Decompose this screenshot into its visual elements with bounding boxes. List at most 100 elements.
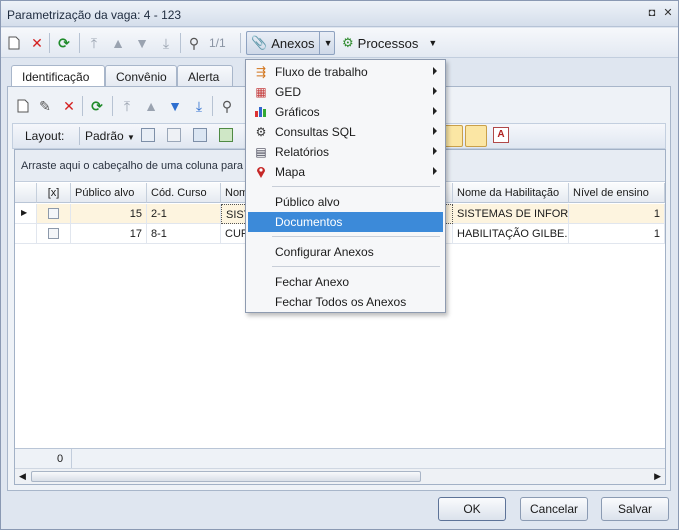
scroll-left-icon[interactable]: ◀ (19, 471, 26, 482)
menu-separator (272, 236, 440, 237)
save-button[interactable]: Salvar (601, 497, 669, 521)
first-record-icon[interactable]: ⤒ (118, 97, 136, 115)
edit-icon[interactable]: ✎ (36, 97, 54, 115)
tab-alerta[interactable]: Alerta (177, 65, 233, 87)
ged-icon: ▦ (255, 85, 267, 99)
delete-icon[interactable]: ✕ (28, 34, 46, 52)
workflow-icon: ⇶ (255, 65, 267, 79)
menu-item-documentos[interactable]: Documentos (248, 212, 443, 232)
grid-layout-icon[interactable] (141, 128, 155, 142)
new-document-icon[interactable] (5, 34, 23, 52)
menu-item-fechar-anexo[interactable]: Fechar Anexo (248, 272, 443, 292)
report-icon: ▤ (255, 145, 267, 159)
footer-divider (71, 449, 72, 469)
tab-convenio[interactable]: Convênio (105, 65, 177, 87)
menu-separator (272, 266, 440, 267)
tab-label: Convênio (116, 70, 167, 84)
horizontal-scrollbar[interactable]: ◀ ▶ (15, 468, 665, 484)
row-indicator (15, 224, 37, 244)
submenu-arrow-icon (433, 107, 437, 115)
menu-item-fluxo-trabalho[interactable]: ⇶ Fluxo de trabalho (248, 62, 443, 82)
toolbar-separator (82, 96, 83, 116)
cell-habilitacao: SISTEMAS DE INFOR... (453, 204, 569, 224)
find-icon[interactable]: ⚲ (218, 97, 236, 115)
card-view-icon[interactable] (465, 125, 487, 147)
ok-button[interactable]: OK (438, 497, 506, 521)
menu-item-graficos[interactable]: Gráficos (248, 102, 443, 122)
find-icon[interactable]: ⚲ (185, 34, 203, 52)
previous-record-icon[interactable]: ▲ (142, 97, 160, 115)
refresh-icon[interactable]: ⟳ (55, 34, 73, 52)
scroll-right-icon[interactable]: ▶ (654, 471, 661, 482)
cell-nivel-ensino: 1 (569, 224, 665, 244)
last-record-icon[interactable]: ⤓ (157, 34, 175, 52)
cell-cod-curso: 8-1 (147, 224, 221, 244)
menu-item-relatorios[interactable]: ▤ Relatórios (248, 142, 443, 162)
submenu-arrow-icon (433, 127, 437, 135)
row-checkbox[interactable] (37, 204, 71, 224)
toolbar-separator (49, 33, 50, 53)
column-header-check[interactable]: [x] (37, 183, 71, 203)
table-icon[interactable] (193, 128, 207, 142)
cell-cod-curso: 2-1 (147, 204, 221, 224)
text-style-icon[interactable]: A (493, 127, 509, 143)
tab-label: Alerta (188, 70, 220, 84)
last-record-icon[interactable]: ⤓ (190, 97, 208, 115)
column-header-cod-curso[interactable]: Cód. Curso (147, 183, 221, 203)
column-header-publico-alvo[interactable]: Público alvo (71, 183, 147, 203)
row-checkbox[interactable] (37, 224, 71, 244)
cell-habilitacao: HABILITAÇÃO GILBE... (453, 224, 569, 244)
next-record-icon[interactable]: ▼ (133, 34, 151, 52)
delete-icon[interactable]: ✕ (60, 97, 78, 115)
chevron-down-icon[interactable]: ▼ (318, 32, 332, 54)
menu-item-publico-alvo[interactable]: Público alvo (248, 192, 443, 212)
toolbar-separator (212, 96, 213, 116)
restore-icon[interactable]: ◘ (645, 6, 659, 20)
next-record-icon[interactable]: ▼ (166, 97, 184, 115)
grid-footer: 0 (15, 448, 665, 469)
chevron-down-icon: ▼ (127, 133, 135, 142)
refresh-icon[interactable]: ⟳ (88, 97, 106, 115)
anexos-label: Anexos (271, 35, 315, 51)
column-chooser-icon[interactable] (167, 128, 181, 142)
menu-item-label: Mapa (275, 165, 306, 179)
menu-item-label: Fechar Todos os Anexos (275, 295, 407, 309)
map-pin-icon (253, 165, 269, 179)
paperclip-icon: 📎 (251, 35, 268, 50)
current-row-icon: ▶ (15, 204, 37, 224)
menu-item-label: Fluxo de trabalho (275, 65, 368, 79)
column-header-habilitacao[interactable]: Nome da Habilitação (453, 183, 569, 203)
layout-label: Layout: (25, 129, 65, 143)
submenu-arrow-icon (433, 147, 437, 155)
sql-icon: ⚙ (255, 125, 267, 139)
first-record-icon[interactable]: ⤒ (85, 34, 103, 52)
row-indicator-header (15, 183, 37, 203)
dialog-window: Parametrização da vaga: 4 - 123 ◘ ✕ ✕ ⟳ … (0, 0, 679, 530)
toolbar-separator (79, 33, 80, 53)
menu-item-consultas-sql[interactable]: ⚙ Consultas SQL (248, 122, 443, 142)
cancel-button[interactable]: Cancelar (520, 497, 588, 521)
menu-item-mapa[interactable]: Mapa (248, 162, 443, 182)
export-icon[interactable] (219, 128, 233, 142)
anexos-button[interactable]: 📎 Anexos ▼ (246, 31, 335, 55)
chart-icon (253, 105, 269, 119)
processos-button[interactable]: ⚙ Processos ▼ (338, 31, 444, 55)
menu-item-label: Relatórios (275, 145, 330, 159)
submenu-arrow-icon (433, 67, 437, 75)
chevron-down-icon[interactable]: ▼ (428, 38, 437, 48)
menu-item-fechar-todos[interactable]: Fechar Todos os Anexos (248, 292, 443, 312)
menu-item-ged[interactable]: ▦ GED (248, 82, 443, 102)
toolbar-separator (240, 33, 241, 53)
menu-item-configurar-anexos[interactable]: Configurar Anexos (248, 242, 443, 262)
title-bar: Parametrização da vaga: 4 - 123 ◘ ✕ (1, 1, 678, 27)
column-header-nivel-ensino[interactable]: Nível de ensino (569, 183, 665, 203)
scroll-thumb[interactable] (31, 471, 421, 482)
toolbar-separator (180, 33, 181, 53)
menu-item-label: Configurar Anexos (275, 245, 374, 259)
previous-record-icon[interactable]: ▲ (109, 34, 127, 52)
layout-dropdown[interactable]: Padrão ▼ (85, 129, 135, 143)
tab-identificacao[interactable]: Identificação (11, 65, 105, 88)
main-toolbar: ✕ ⟳ ⤒ ▲ ▼ ⤓ ⚲ 1/1 📎 Anexos ▼ ⚙ Processos… (1, 28, 678, 58)
close-icon[interactable]: ✕ (661, 6, 675, 20)
new-record-icon[interactable] (14, 97, 32, 115)
